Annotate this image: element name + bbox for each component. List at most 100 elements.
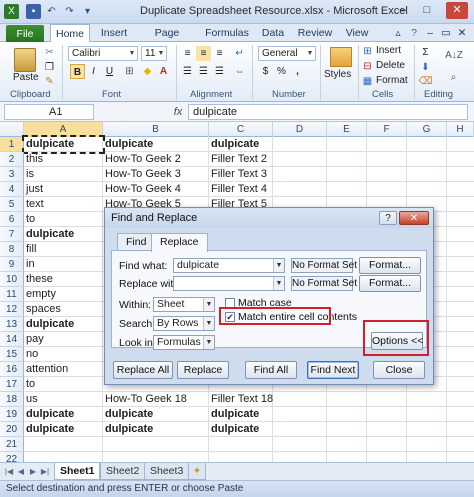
find-format-button[interactable]: Format... [359, 257, 421, 274]
row-header[interactable]: 9 [0, 257, 24, 272]
excel-app-icon[interactable]: X [4, 4, 19, 19]
number-format-combo[interactable]: General ▼ [258, 46, 316, 61]
fill-color-icon[interactable]: ◆ [140, 64, 155, 79]
formula-input[interactable]: dulpicate [188, 104, 468, 120]
ribbon-minimize-icon[interactable]: ▵ [392, 24, 404, 42]
replace-with-input[interactable]: ▼ [173, 276, 285, 291]
minimize-button[interactable]: – [392, 2, 414, 19]
tab-find[interactable]: Find [117, 233, 156, 251]
dialog-close-btn[interactable]: Close [373, 361, 425, 379]
undo-icon[interactable]: ↶ [44, 4, 59, 19]
align-bottom-icon[interactable]: ≡ [212, 46, 227, 61]
cell-a8[interactable]: fill [24, 242, 103, 257]
workbook-restore-icon[interactable]: ▭ [440, 24, 452, 42]
row-header[interactable]: 16 [0, 362, 24, 377]
row-header[interactable]: 22 [0, 452, 24, 462]
chevron-down-icon[interactable]: ▼ [273, 277, 284, 290]
next-sheet-icon[interactable]: ▶ [28, 466, 38, 478]
dialog-title-bar[interactable]: Find and Replace ? ✕ [105, 208, 433, 228]
replace-format-button[interactable]: Format... [359, 275, 421, 292]
underline-button[interactable]: U [102, 64, 117, 79]
cell-b3[interactable]: How-To Geek 3 [103, 167, 209, 182]
cell-a6[interactable]: to [24, 212, 103, 227]
tab-home[interactable]: Home [50, 24, 90, 43]
cell-a21[interactable] [24, 437, 103, 452]
column-header-a[interactable]: A [24, 122, 103, 137]
align-top-icon[interactable]: ≡ [180, 46, 195, 61]
cell-c21[interactable] [209, 437, 273, 452]
within-select[interactable]: Sheet ▼ [153, 297, 215, 312]
find-what-input[interactable]: dulpicate ▼ [173, 258, 285, 273]
find-select-icon[interactable]: ⌕ [446, 70, 461, 85]
clear-icon[interactable]: ⌫ [418, 74, 433, 89]
cell-a2[interactable]: this [24, 152, 103, 167]
replace-button[interactable]: Replace [177, 361, 229, 379]
look-in-select[interactable]: Formulas ▼ [153, 335, 215, 350]
format-cells-button[interactable]: Format [376, 75, 408, 86]
cell-a20[interactable]: dulpicate [24, 422, 103, 437]
align-right-icon[interactable]: ☰ [212, 64, 227, 79]
copy-icon[interactable]: ❐ [42, 60, 57, 75]
first-sheet-icon[interactable]: |◀ [4, 466, 14, 478]
chevron-down-icon[interactable]: ▼ [273, 259, 284, 272]
merge-center-icon[interactable]: ⇔ [232, 64, 247, 79]
insert-cells-button[interactable]: Insert [376, 45, 401, 56]
column-header-e[interactable]: E [327, 122, 367, 137]
column-header-f[interactable]: F [367, 122, 407, 137]
cell-c2[interactable]: Filler Text 2 [209, 152, 273, 167]
cell-b20[interactable]: dulpicate [103, 422, 209, 437]
fill-icon[interactable]: ⬇ [418, 60, 433, 75]
cell-a9[interactable]: in [24, 257, 103, 272]
italic-button[interactable]: I [86, 64, 101, 79]
bold-button[interactable]: B [70, 64, 85, 79]
font-name-combo[interactable]: Calibri ▼ [68, 46, 138, 61]
row-header[interactable]: 4 [0, 182, 24, 197]
row-header[interactable]: 15 [0, 347, 24, 362]
row-header[interactable]: 11 [0, 287, 24, 302]
align-center-icon[interactable]: ☰ [196, 64, 211, 79]
tab-file[interactable]: File [6, 25, 44, 42]
find-next-button[interactable]: Find Next [307, 361, 359, 379]
workbook-close-icon[interactable]: ✕ [456, 24, 468, 42]
row-header[interactable]: 20 [0, 422, 24, 437]
column-header-d[interactable]: D [273, 122, 327, 137]
row-header[interactable]: 17 [0, 377, 24, 392]
dialog-close-button[interactable]: ✕ [399, 211, 429, 225]
row-header[interactable]: 1 [0, 137, 24, 152]
sheet-tab-1[interactable]: Sheet1 [54, 463, 101, 480]
format-painter-icon[interactable]: ✎ [42, 74, 57, 89]
styles-icon[interactable] [330, 47, 352, 67]
search-select[interactable]: By Rows ▼ [153, 316, 215, 331]
cell-a4[interactable]: just [24, 182, 103, 197]
cell-c22[interactable] [209, 452, 273, 462]
tab-replace[interactable]: Replace [151, 233, 208, 252]
cell-c19[interactable]: dulpicate [209, 407, 273, 422]
cell-b1[interactable]: dulpicate [103, 137, 209, 152]
insert-function-button[interactable]: fx [170, 104, 186, 120]
cell-b2[interactable]: How-To Geek 2 [103, 152, 209, 167]
row-header[interactable]: 13 [0, 317, 24, 332]
cell-a17[interactable]: to [24, 377, 103, 392]
cell-b21[interactable] [103, 437, 209, 452]
cell-a22[interactable] [24, 452, 103, 462]
cell-a10[interactable]: these [24, 272, 103, 287]
borders-icon[interactable]: ⊞ [122, 64, 137, 79]
select-all-corner[interactable] [0, 122, 24, 137]
row-header[interactable]: 14 [0, 332, 24, 347]
align-middle-icon[interactable]: ≡ [196, 46, 211, 61]
paste-button[interactable]: Paste [13, 72, 39, 83]
tab-formulas[interactable]: Formulas [204, 24, 250, 42]
autosum-icon[interactable]: Σ [418, 45, 433, 60]
percent-button[interactable]: % [274, 64, 289, 79]
tab-insert[interactable]: Insert [96, 24, 132, 42]
cell-a15[interactable]: no [24, 347, 103, 362]
sheet-tab-3[interactable]: Sheet3 [144, 463, 190, 480]
save-icon[interactable]: ▪ [26, 4, 41, 19]
dialog-help-button[interactable]: ? [379, 211, 397, 225]
help-icon[interactable]: ? [408, 24, 420, 42]
row-header[interactable]: 8 [0, 242, 24, 257]
cell-c4[interactable]: Filler Text 4 [209, 182, 273, 197]
workbook-minimize-icon[interactable]: – [424, 24, 436, 42]
cell-c1[interactable]: dulpicate [209, 137, 273, 152]
cell-a11[interactable]: empty [24, 287, 103, 302]
